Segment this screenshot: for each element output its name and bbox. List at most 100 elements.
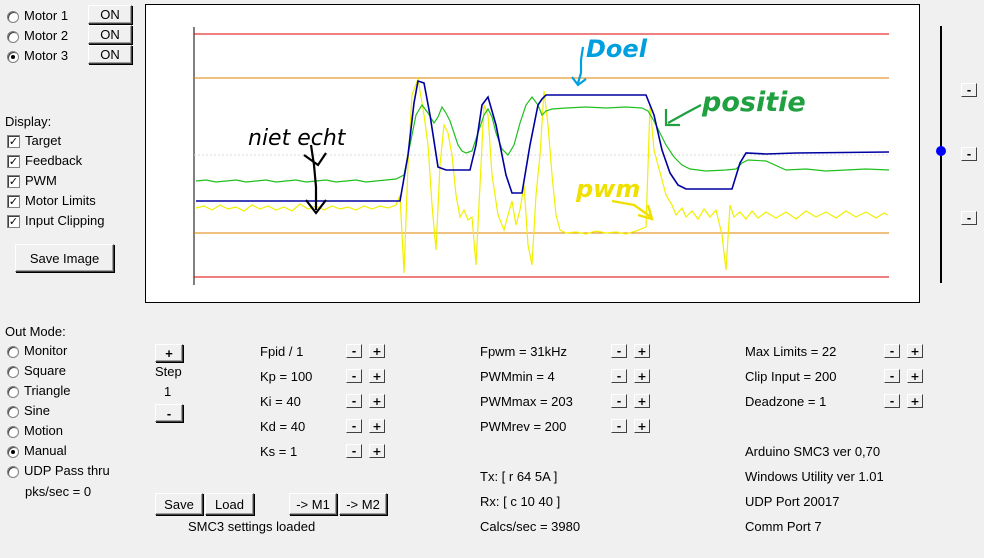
calcs-readout: Calcs/sec = 3980 (480, 519, 581, 534)
triangle-radio[interactable] (7, 386, 19, 398)
kd-plus-button[interactable]: + (369, 419, 385, 433)
comm-port: Comm Port 7 (745, 519, 822, 534)
graph-canvas: Doel positie pwm niet echt (193, 27, 890, 285)
step-value: 1 (164, 384, 172, 399)
feedback-label: Feedback (25, 153, 83, 168)
monitor-label: Monitor (24, 343, 68, 358)
positie-annotation: positie (701, 87, 806, 118)
step-label: Step (155, 364, 182, 379)
udp-port: UDP Port 20017 (745, 494, 840, 509)
doel-arrow-icon (571, 46, 587, 87)
slider-top-minus-button[interactable]: - (961, 83, 977, 97)
sine-label: Sine (24, 403, 51, 418)
max-limits-plus-button[interactable]: + (907, 344, 923, 358)
step-minus-button[interactable]: - (155, 404, 183, 422)
ks-label: Ks = 1 (260, 444, 298, 459)
pwmrev-minus-button[interactable]: - (611, 419, 627, 433)
fpwm-minus-button[interactable]: - (611, 344, 627, 358)
motor-1-radio[interactable] (7, 11, 19, 23)
graph-panel: Doel positie pwm niet echt (145, 4, 920, 303)
deadzone-plus-button[interactable]: + (907, 394, 923, 408)
niet-echt-annotation: niet echt (248, 126, 347, 151)
motion-label: Motion (24, 423, 64, 438)
clip-input-minus-button[interactable]: - (884, 369, 900, 383)
fpwm-plus-button[interactable]: + (634, 344, 650, 358)
motor-3-label: Motor 3 (24, 48, 69, 63)
deadzone-minus-button[interactable]: - (884, 394, 900, 408)
positie-arrow-icon (664, 104, 702, 127)
target-label: Target (25, 133, 62, 148)
input-clipping-label: Input Clipping (25, 213, 105, 228)
pwm-annotation: pwm (575, 175, 640, 203)
ki-minus-button[interactable]: - (346, 394, 362, 408)
clip-input-plus-button[interactable]: + (907, 369, 923, 383)
motor-3-radio[interactable] (7, 51, 19, 63)
copy-to-m2-button[interactable]: -> M2 (339, 493, 387, 515)
kp-plus-button[interactable]: + (369, 369, 385, 383)
utility-version: Windows Utility ver 1.01 (745, 469, 884, 484)
target-checkbox[interactable]: ✓ (7, 135, 20, 148)
save-image-button[interactable]: Save Image (15, 244, 114, 272)
feedback-checkbox[interactable]: ✓ (7, 155, 20, 168)
motor-1-on-button[interactable]: ON (88, 5, 132, 24)
motor-1-label: Motor 1 (24, 8, 69, 23)
sine-radio[interactable] (7, 406, 19, 418)
input-clipping-checkbox[interactable]: ✓ (7, 215, 20, 228)
pwmmax-label: PWMmax = 203 (480, 394, 573, 409)
deadzone-label: Deadzone = 1 (745, 394, 827, 409)
pwmrev-label: PWMrev = 200 (480, 419, 567, 434)
udp-pass-thru-label: UDP Pass thru (24, 463, 110, 478)
doel-annotation: Doel (586, 35, 648, 63)
pwmrev-plus-button[interactable]: + (634, 419, 650, 433)
position-slider-thumb[interactable] (936, 146, 946, 156)
motion-radio[interactable] (7, 426, 19, 438)
rx-readout: Rx: [ c 10 40 ] (480, 494, 561, 509)
motor-3-on-button[interactable]: ON (88, 45, 132, 64)
fpid-minus-button[interactable]: - (346, 344, 362, 358)
kd-minus-button[interactable]: - (346, 419, 362, 433)
triangle-label: Triangle (24, 383, 71, 398)
ki-label: Ki = 40 (260, 394, 301, 409)
status-message: SMC3 settings loaded (188, 519, 316, 534)
step-plus-button[interactable]: + (155, 344, 183, 362)
kd-label: Kd = 40 (260, 419, 306, 434)
max-limits-minus-button[interactable]: - (884, 344, 900, 358)
load-button[interactable]: Load (205, 493, 254, 515)
display-heading: Display: (5, 114, 52, 129)
pwmmin-label: PWMmin = 4 (480, 369, 555, 384)
motor-2-radio[interactable] (7, 31, 19, 43)
out-mode-heading: Out Mode: (5, 324, 66, 339)
udp-pass-thru-radio[interactable] (7, 466, 19, 478)
copy-to-m1-button[interactable]: -> M1 (289, 493, 337, 515)
kp-minus-button[interactable]: - (346, 369, 362, 383)
pks-sec-readout: pks/sec = 0 (25, 484, 92, 499)
ks-plus-button[interactable]: + (369, 444, 385, 458)
ks-minus-button[interactable]: - (346, 444, 362, 458)
pwmmax-plus-button[interactable]: + (634, 394, 650, 408)
slider-bottom-minus-button[interactable]: - (961, 211, 977, 225)
fpid-label: Fpid / 1 (260, 344, 304, 359)
tx-readout: Tx: [ r 64 5A ] (480, 469, 558, 484)
max-limits-label: Max Limits = 22 (745, 344, 837, 359)
fpid-plus-button[interactable]: + (369, 344, 385, 358)
pwm-label: PWM (25, 173, 57, 188)
ki-plus-button[interactable]: + (369, 394, 385, 408)
pwmmax-minus-button[interactable]: - (611, 394, 627, 408)
fpwm-label: Fpwm = 31kHz (480, 344, 568, 359)
slider-middle-minus-button[interactable]: - (961, 147, 977, 161)
square-label: Square (24, 363, 66, 378)
pwmmin-minus-button[interactable]: - (611, 369, 627, 383)
clip-input-label: Clip Input = 200 (745, 369, 837, 384)
motor-limits-checkbox[interactable]: ✓ (7, 195, 20, 208)
pwmmin-plus-button[interactable]: + (634, 369, 650, 383)
save-button[interactable]: Save (155, 493, 203, 515)
manual-radio[interactable] (7, 446, 19, 458)
kp-label: Kp = 100 (260, 369, 313, 384)
manual-label: Manual (24, 443, 67, 458)
motor-2-on-button[interactable]: ON (88, 25, 132, 44)
monitor-radio[interactable] (7, 346, 19, 358)
square-radio[interactable] (7, 366, 19, 378)
pwm-checkbox[interactable]: ✓ (7, 175, 20, 188)
arduino-version: Arduino SMC3 ver 0,70 (745, 444, 881, 459)
motor-limits-label: Motor Limits (25, 193, 96, 208)
